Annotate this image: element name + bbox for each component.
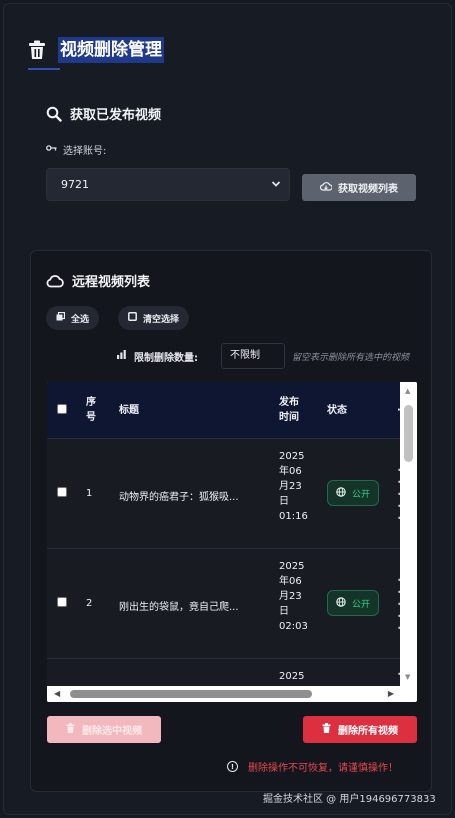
row-date: 2025 年06 月23 日 01:16 [279,449,315,524]
app-window: 视频删除管理 获取已发布视频 选择账号: 9721 获取视频列表 远程视频列表 … [3,3,452,815]
delete-all-label: 删除所有视频 [338,726,398,737]
page-header: 视频删除管理 [28,35,164,65]
row-date-line: 日 [279,606,289,617]
row-date-line: 02:03 [279,621,308,632]
status-badge: 公开 [327,480,379,506]
key-icon [46,144,57,155]
status-badge: 公开 [327,590,379,616]
col-index-header: 序 号 [86,395,96,425]
row-checkbox[interactable] [57,487,67,497]
account-select[interactable]: 9721 [46,168,290,201]
bar-chart-icon [117,350,126,362]
trash-icon [322,723,331,736]
row-date: 2025 [279,669,315,684]
square-icon [128,312,137,324]
fetch-heading-text: 获取已发布视频 [70,108,162,123]
clear-selection-button[interactable]: 清空选择 [118,306,190,330]
warning-message: ! 删除操作不可恢复，请谨慎操作！ [227,759,398,774]
horizontal-scrollbar[interactable]: ◀ ▶ [47,686,400,702]
row-date-line: 月23 [279,591,302,602]
status-badge-label: 公开 [351,489,370,500]
list-heading: 远程视频列表 [46,271,150,290]
row-date-line: 日 [279,496,289,507]
watermark: 掘金技术社区 @ 用户194696773833 [263,794,436,805]
select-all-button[interactable]: 全选 [46,306,100,330]
col-title-header: 标题 [119,405,139,416]
fetch-section: 获取已发布视频 选择账号: 9721 获取视频列表 [28,88,434,228]
delete-selected-button[interactable]: 删除选中视频 [47,716,161,743]
row-checkbox[interactable] [57,597,67,607]
limit-hint: 留空表示删除所有选中的视频 [292,353,410,363]
table-row[interactable]: 1 动物界的癌君子：狐猴吸... 2025 年06 月23 日 01:16 公开 [47,438,400,548]
delete-selected-label: 删除选中视频 [82,726,142,737]
fetch-videos-button-label: 获取视频列表 [338,184,398,195]
limit-input[interactable]: 不限制 [221,343,285,369]
table-viewport: 序 号 标题 发布 时间 状态 · 1 动物界的癌君子：狐猴吸... [47,382,400,686]
account-label-text: 选择账号: [63,146,107,157]
table-header: 序 号 标题 发布 时间 状态 · [47,382,400,438]
row-title: 刚出生的袋鼠，竟自己爬... [119,602,239,613]
clear-selection-label: 清空选择 [143,314,180,325]
scroll-up-icon[interactable]: ▲ [405,387,410,395]
row-date-line: 月23 [279,481,302,492]
delete-all-button[interactable]: 删除所有视频 [303,716,417,743]
vertical-scroll-thumb[interactable] [404,405,413,462]
vertical-scrollbar[interactable]: ▲ ▼ [400,382,417,686]
warning-text: 删除操作不可恢复，请谨慎操作！ [248,763,398,774]
row-index: 2 [86,598,93,609]
page-title: 视频删除管理 [58,37,164,63]
search-icon [46,106,62,122]
col-time-header: 发布 时间 [279,395,299,425]
select-all-label: 全选 [71,314,90,325]
trash-icon [66,723,75,736]
limit-label: 限制删除数量: [134,352,198,364]
row-date-line: 年06 [279,466,302,477]
col-status-header: 状态 [327,405,347,416]
exclamation-icon: ! [227,761,238,772]
globe-icon [336,596,346,610]
row-date-line: 2025 [279,451,305,462]
row-date: 2025 年06 月23 日 02:03 [279,559,315,634]
copy-icon [56,311,66,324]
row-date-line: 01:16 [279,511,308,522]
col-time-header-line2: 时间 [279,412,299,423]
cloud-download-icon [319,181,333,194]
scroll-down-icon[interactable]: ▼ [405,673,410,681]
globe-icon [336,486,346,500]
col-index-header-line2: 号 [86,412,96,423]
status-badge-label: 公开 [351,599,370,610]
row-date-line: 2025 [279,671,305,682]
table-row[interactable]: 2025 • [47,658,400,686]
horizontal-scroll-thumb[interactable] [70,690,312,698]
cloud-icon [46,274,64,288]
select-all-checkbox[interactable] [57,404,67,414]
account-label: 选择账号: [46,142,106,157]
scroll-left-icon[interactable]: ◀ [54,689,60,698]
limit-input-value: 不限制 [230,350,260,361]
list-heading-text: 远程视频列表 [72,275,151,290]
fetch-heading: 获取已发布视频 [46,104,161,123]
row-date-line: 2025 [279,561,305,572]
col-time-header-line1: 发布 [279,397,299,408]
trash-icon [28,40,46,60]
scroll-right-icon[interactable]: ▶ [388,689,394,698]
account-select-value: 9721 [61,178,89,191]
fetch-videos-button[interactable]: 获取视频列表 [302,174,416,201]
row-title: 动物界的癌君子：狐猴吸... [119,492,239,503]
remote-video-list-card: 远程视频列表 全选 清空选择 限制删除数量: 不限制 留空表示删除所有选中的视频… [30,250,432,792]
chevron-down-icon [271,169,281,212]
table-row[interactable]: 2 刚出生的袋鼠，竟自己爬... 2025 年06 月23 日 02:03 公开 [47,548,400,658]
row-date-line: 年06 [279,576,302,587]
video-table: 序 号 标题 发布 时间 状态 · 1 动物界的癌君子：狐猴吸... [47,382,417,702]
limit-row: 限制删除数量: [117,343,198,369]
col-index-header-line1: 序 [86,397,96,408]
title-underline [28,68,60,70]
row-index: 1 [86,488,93,499]
